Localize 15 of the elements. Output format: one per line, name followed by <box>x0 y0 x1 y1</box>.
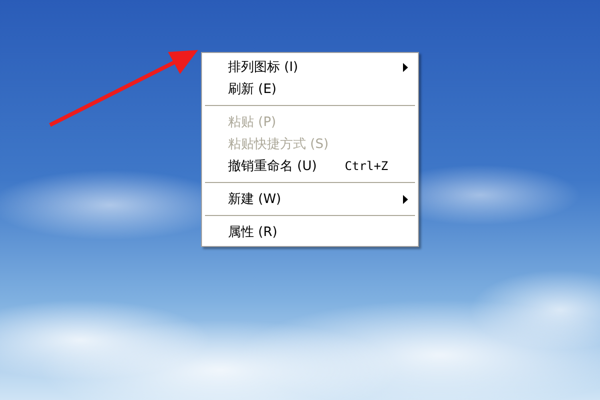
submenu-arrow-icon <box>403 62 408 72</box>
menu-item-label: 属性 (R) <box>228 224 278 241</box>
submenu-arrow-icon <box>403 194 408 204</box>
menu-item-label: 排列图标 (I) <box>228 59 298 76</box>
menu-item[interactable]: 新建 (W) <box>202 188 418 210</box>
menu-item[interactable]: 撤销重命名 (U) Ctrl+Z <box>202 155 418 177</box>
menu-item[interactable]: 排列图标 (I) <box>202 56 418 78</box>
menu-item-label: 撤销重命名 (U) <box>228 158 317 175</box>
menu-item-label: 粘贴快捷方式 (S) <box>228 136 329 153</box>
menu-item-label: 新建 (W) <box>228 191 282 208</box>
shortcut-label: Ctrl+Z <box>344 159 388 173</box>
menu-item[interactable]: 属性 (R) <box>202 221 418 243</box>
menu-item-label: 粘贴 (P) <box>228 114 276 131</box>
menu-item[interactable]: 刷新 (E) <box>202 78 418 100</box>
menu-item-label: 刷新 (E) <box>228 81 276 98</box>
